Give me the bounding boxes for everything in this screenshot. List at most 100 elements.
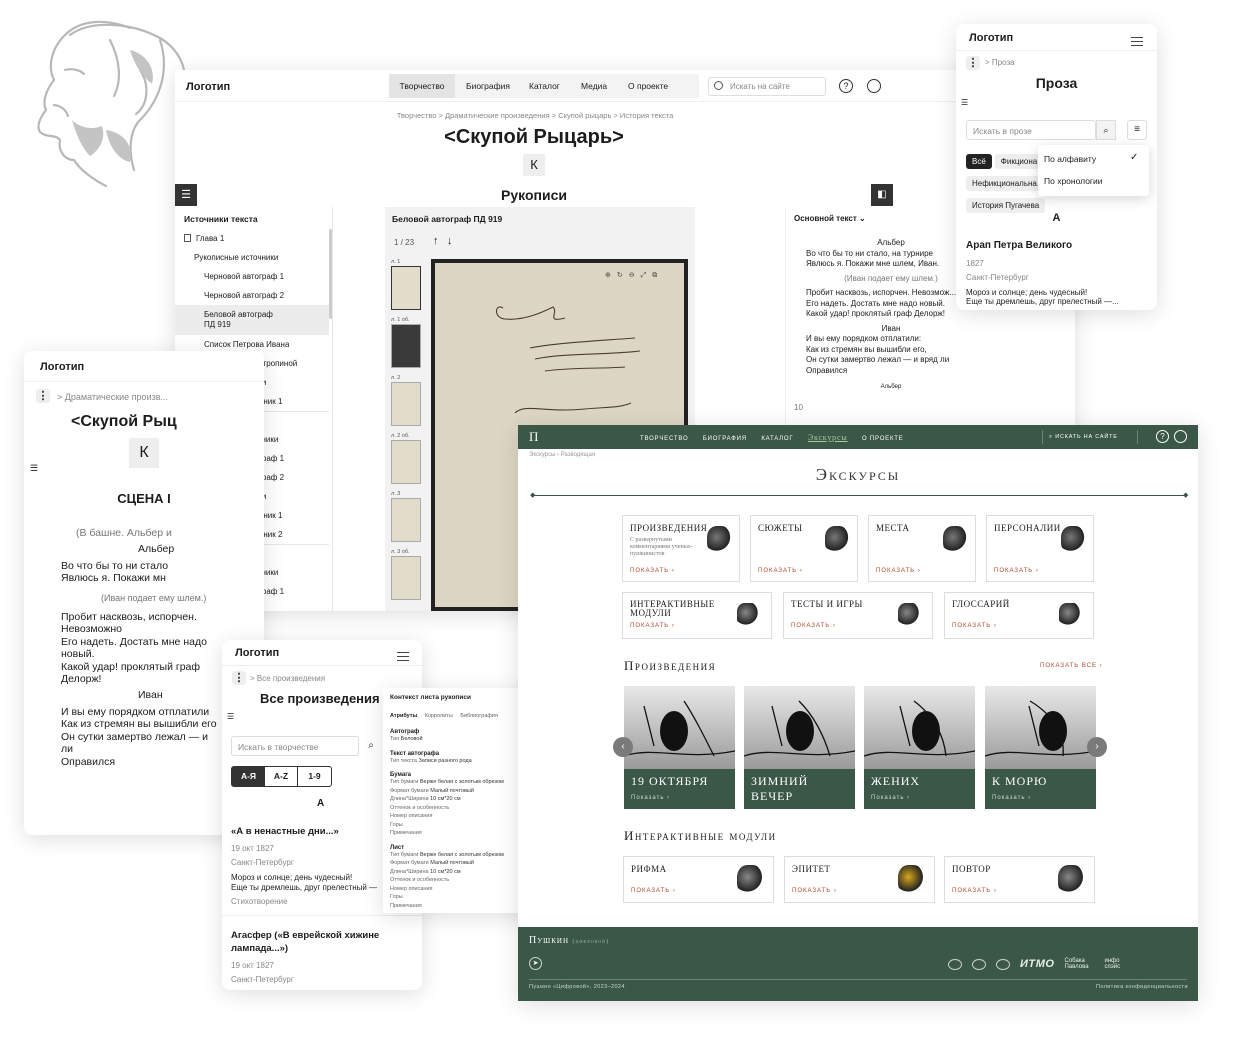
letter-badge[interactable]: К	[523, 154, 545, 176]
thumbnail[interactable]: л. 3	[391, 491, 425, 547]
breadcrumb-item[interactable]: Творчество	[397, 111, 437, 120]
logo[interactable]: Логотип	[235, 647, 279, 659]
fullscreen-icon[interactable]: ⤢	[641, 272, 653, 279]
tab-correlates[interactable]: Корролиты	[425, 713, 453, 719]
sources-item[interactable]: Черновой автограф 2	[175, 286, 329, 305]
thumbnail[interactable]: л. 2	[391, 375, 425, 431]
thumbnail[interactable]: л. 3 об.	[391, 549, 425, 605]
module-link[interactable]: Показать ›	[952, 888, 997, 894]
category-tile[interactable]: Сюжеты Показать ›	[750, 515, 858, 582]
logo[interactable]: Логотип	[186, 81, 230, 93]
nav-item-catalog[interactable]: Каталог	[529, 81, 560, 91]
category-tile-link[interactable]: Показать ›	[758, 568, 803, 574]
search-box[interactable]: Искать на сайте	[708, 77, 826, 96]
list-item-title[interactable]: Арап Петра Великого	[966, 240, 1072, 251]
search-input[interactable]: Искать в творчестве	[231, 736, 359, 756]
logo[interactable]: Логотип	[40, 361, 84, 373]
filter-pill[interactable]: Нефикциональна...	[966, 176, 1050, 191]
category-tile-link[interactable]: Показать ›	[791, 623, 836, 629]
nav-item-creativity[interactable]: Творчество	[389, 74, 455, 98]
category-tile[interactable]: Тесты и игры Показать ›	[783, 592, 933, 639]
account-icon[interactable]	[867, 79, 881, 93]
module-tile[interactable]: Эпитет Показать ›	[784, 856, 935, 903]
telegram-icon[interactable]: ➤	[529, 957, 542, 970]
work-link[interactable]: Показать ›	[992, 795, 1089, 801]
arrow-down-icon[interactable]: ↓	[447, 235, 453, 247]
breadcrumb-item[interactable]: Скупой рыцарь	[558, 111, 611, 120]
toc-icon[interactable]: ☰	[30, 463, 38, 474]
category-tile[interactable]: Персоналии Показать ›	[986, 515, 1094, 582]
list-item-title[interactable]: Агасфер («В еврейской хижине лампада...»…	[231, 929, 401, 955]
account-icon[interactable]	[1174, 430, 1187, 443]
work-card[interactable]: К морю Показать ›	[985, 686, 1096, 809]
more-icon[interactable]: ⋮	[36, 389, 50, 403]
sources-item[interactable]: Рукописные источники	[175, 248, 329, 267]
toc-icon[interactable]: ☰	[961, 98, 968, 107]
work-link[interactable]: Показать ›	[871, 795, 968, 801]
category-tile[interactable]: Интерактивные модули Показать ›	[622, 592, 772, 639]
nav-item-media[interactable]: Медиа	[581, 81, 607, 91]
search-input[interactable]: Искать в прозе	[966, 120, 1096, 140]
logo[interactable]: Логотип	[969, 32, 1013, 44]
category-tile[interactable]: Произведения С развернутыми комментариями…	[622, 515, 740, 582]
list-item-title[interactable]: «А в ненастные дни...»	[231, 826, 339, 837]
menu-icon[interactable]	[1131, 37, 1143, 46]
help-icon[interactable]: ?	[839, 79, 853, 93]
thumbnail[interactable]: л. 1 об.	[391, 317, 425, 373]
search-button[interactable]: ⌕	[1096, 120, 1116, 140]
nav-item-biography[interactable]: Биография	[466, 81, 510, 91]
category-tile-link[interactable]: Показать ›	[630, 568, 675, 574]
nav-item-biography[interactable]: Биография	[703, 436, 747, 442]
sort-num[interactable]: 1-9	[298, 767, 331, 786]
privacy-link[interactable]: Политика конфиденциальности	[1096, 984, 1188, 990]
partner-infospace[interactable]: инфо спэйс	[1104, 958, 1126, 970]
nav-item-about[interactable]: О проекте	[628, 81, 668, 91]
sources-item[interactable]: Беловой автограф ПД 919	[175, 305, 329, 335]
search-button[interactable]: ⌕	[361, 736, 381, 756]
more-icon[interactable]: ⋮	[232, 671, 246, 685]
rotate-icon[interactable]: ↻	[617, 272, 629, 279]
nav-item-about[interactable]: О проекте	[862, 436, 904, 442]
carousel-prev-button[interactable]: ‹	[613, 737, 633, 757]
category-tile[interactable]: Места Показать ›	[868, 515, 976, 582]
module-link[interactable]: Показать ›	[631, 888, 676, 894]
toc-icon[interactable]: ☰	[227, 712, 234, 721]
sort-az-cyr[interactable]: А-Я	[232, 767, 265, 786]
nav-item-excursus[interactable]: Экскурсы	[808, 433, 848, 442]
nav-item-catalog[interactable]: Каталог	[761, 436, 793, 442]
sources-item[interactable]: Глава 1	[175, 229, 329, 248]
partner-pavlova[interactable]: Собака Павлова	[1064, 958, 1094, 970]
zoom-out-icon[interactable]: ⊖	[629, 272, 641, 279]
thumbnail[interactable]: л. 1	[391, 259, 425, 315]
work-card[interactable]: 19 октября Показать ›	[624, 686, 735, 809]
carousel-next-button[interactable]: ›	[1087, 737, 1107, 757]
breadcrumb-item[interactable]: Проза	[992, 58, 1015, 67]
text-version-select[interactable]: Основной текст ⌄	[794, 214, 866, 223]
external-link-icon[interactable]: ⧉	[652, 272, 663, 279]
module-link[interactable]: Показать ›	[792, 888, 837, 894]
breadcrumb-item[interactable]: Экскурсы	[529, 452, 555, 458]
sources-scrollbar[interactable]	[329, 229, 332, 319]
sources-item[interactable]: Черновой автограф 1	[175, 267, 329, 286]
help-icon[interactable]: ?	[1156, 430, 1169, 443]
module-tile[interactable]: Рифма Показать ›	[623, 856, 774, 903]
filter-pill[interactable]: Всё	[966, 154, 992, 169]
show-all-link[interactable]: Показать все ›	[1040, 663, 1103, 669]
thumbnail[interactable]: л. 2 об.	[391, 433, 425, 489]
tab-attributes[interactable]: Атрибуты	[390, 713, 417, 719]
sort-az-lat[interactable]: А-Z	[265, 767, 298, 786]
filter-pill[interactable]: История Пугачева	[966, 198, 1046, 213]
split-view-icon[interactable]: ◧	[871, 184, 893, 206]
sort-option-alpha[interactable]: По алфавиту	[1044, 154, 1096, 164]
letter-badge[interactable]: К	[129, 438, 159, 468]
breadcrumb-item[interactable]: Разводящая	[561, 452, 595, 458]
breadcrumb-item[interactable]: Драматические произв...	[65, 392, 168, 402]
logo[interactable]: П	[529, 429, 538, 445]
breadcrumb-item[interactable]: История текста	[620, 111, 673, 120]
category-tile-link[interactable]: Показать ›	[952, 623, 997, 629]
sort-icon[interactable]: ≡	[1127, 120, 1147, 140]
search-box[interactable]: ⌕ Искать на сайте	[1042, 430, 1138, 444]
work-link[interactable]: Показать ›	[631, 795, 728, 801]
category-tile-link[interactable]: Показать ›	[876, 568, 921, 574]
category-tile-link[interactable]: Показать ›	[630, 623, 675, 629]
